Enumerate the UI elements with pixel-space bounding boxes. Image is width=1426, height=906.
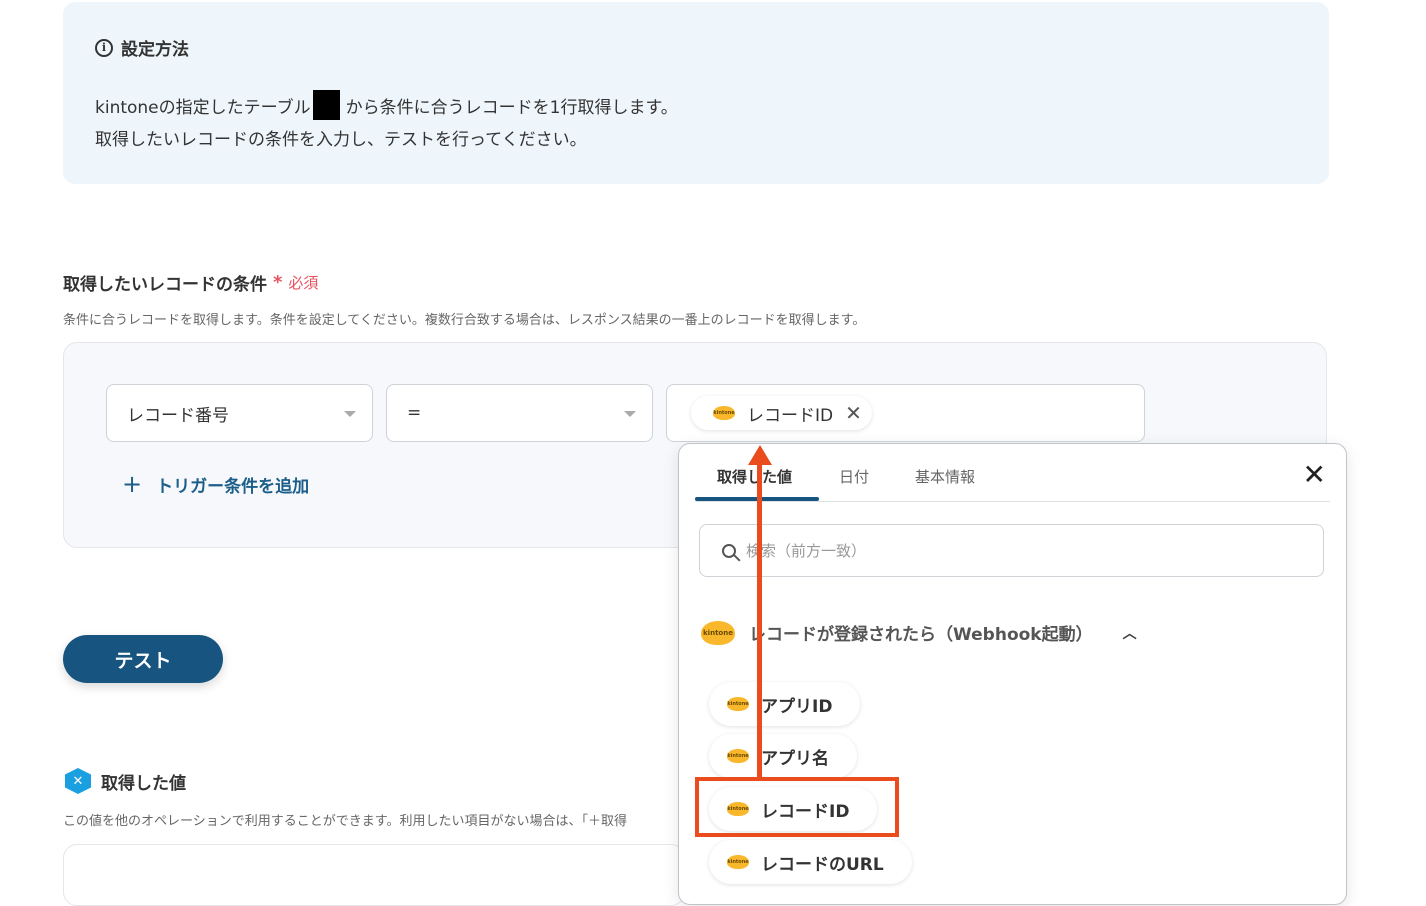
operator-select-value: = xyxy=(407,403,422,423)
condition-section-title: 取得したいレコードの条件 * 必須 xyxy=(63,270,318,295)
kintone-logo-icon: kintone xyxy=(727,749,749,763)
annotation-highlight-box xyxy=(695,777,899,837)
add-trigger-condition-button[interactable]: + トリガー条件を追加 xyxy=(122,470,309,498)
info-icon: i xyxy=(95,38,113,57)
annotation-arrow-line xyxy=(757,460,762,780)
value-input[interactable]: kintone レコードID ✕ xyxy=(666,384,1145,442)
search-input[interactable]: 検索（前方一致） xyxy=(699,524,1324,577)
got-values-box xyxy=(63,844,685,906)
search-icon xyxy=(722,543,736,558)
value-chip-label: レコードID xyxy=(747,405,834,426)
kintone-logo-icon: kintone xyxy=(701,620,735,645)
kintone-logo-icon: kintone xyxy=(727,855,749,869)
chevron-up-icon: ︿ xyxy=(1122,625,1137,642)
annotation-arrow-head xyxy=(748,445,772,465)
setup-info-text-b: から条件に合うレコードを1行取得します。 xyxy=(345,97,678,118)
kintone-logo-icon: kintone xyxy=(727,697,749,711)
tab-date[interactable]: 日付 xyxy=(839,466,869,487)
operator-select[interactable]: = xyxy=(386,384,653,442)
tab-got-values[interactable]: 取得した値 xyxy=(717,466,792,487)
got-values-header: ✕ 取得した値 xyxy=(65,768,186,794)
required-label: 必須 xyxy=(288,274,319,292)
field-select-value: レコード番号 xyxy=(127,405,229,426)
condition-title-text: 取得したいレコードの条件 xyxy=(63,275,267,295)
redacted-block xyxy=(312,90,340,120)
plus-icon: + xyxy=(122,470,143,498)
condition-description: 条件に合うレコードを取得します。条件を設定してください。複数行合致する場合は、レ… xyxy=(63,313,866,328)
chevron-down-icon xyxy=(624,411,636,417)
value-chip[interactable]: kintone レコードID ✕ xyxy=(691,396,872,430)
group-title: レコードが登録されたら（Webhook起動） xyxy=(749,625,1093,645)
setup-info-text-a: kintoneの指定したテーブル xyxy=(95,97,311,118)
got-values-title: 取得した値 xyxy=(101,773,186,794)
setup-info-line-1: kintoneの指定したテーブル から条件に合うレコードを1行取得します。 xyxy=(95,90,678,120)
group-header[interactable]: kintone レコードが登録されたら（Webhook起動） ︿ xyxy=(701,620,1137,645)
field-select[interactable]: レコード番号 xyxy=(106,384,373,442)
setup-info-header: i 設定方法 xyxy=(95,35,189,60)
list-item-label: アプリ名 xyxy=(761,748,829,769)
required-asterisk: * xyxy=(273,272,283,293)
tab-divider xyxy=(695,501,1330,502)
search-placeholder: 検索（前方一致） xyxy=(746,542,867,560)
close-icon[interactable]: ✕ xyxy=(1303,458,1326,491)
setup-info-title: 設定方法 xyxy=(121,40,189,60)
setup-info-line-2: 取得したいレコードの条件を入力し、テストを行ってください。 xyxy=(95,130,587,150)
list-item[interactable]: kintone レコードのURL xyxy=(709,840,912,884)
close-icon[interactable]: ✕ xyxy=(845,401,862,425)
list-item[interactable]: kintone アプリID xyxy=(709,682,861,726)
list-item-label: レコードのURL xyxy=(761,854,884,875)
list-item-label: アプリID xyxy=(761,696,833,717)
test-button[interactable]: テスト xyxy=(63,635,223,683)
chevron-down-icon xyxy=(344,411,356,417)
got-values-description: この値を他のオペレーションで利用することができます。利用したい項目がない場合は、… xyxy=(63,814,627,829)
kintone-logo-icon: kintone xyxy=(713,406,735,420)
yoom-hex-icon: ✕ xyxy=(65,768,91,794)
add-trigger-label: トリガー条件を追加 xyxy=(156,476,310,497)
list-item[interactable]: kintone アプリ名 xyxy=(709,734,857,778)
tab-basic-info[interactable]: 基本情報 xyxy=(915,466,975,487)
